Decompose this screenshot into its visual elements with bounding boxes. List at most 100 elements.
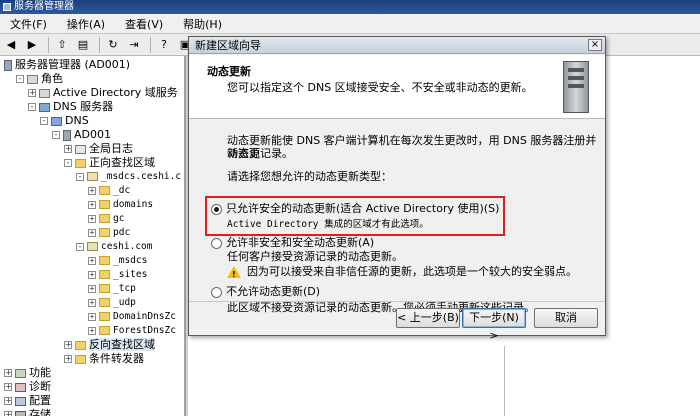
expand-icon[interactable]: + — [64, 145, 72, 153]
tree-node[interactable]: + 全局日志 — [64, 142, 133, 155]
intro-text-line2: 新资源记录。 — [227, 147, 293, 160]
refresh-icon[interactable]: ↻ — [104, 37, 122, 53]
dialog-titlebar: 新建区域向导 × — [189, 37, 605, 54]
storage-icon — [15, 410, 26, 416]
folder-icon — [99, 284, 110, 293]
tree-node-label: pdc — [113, 227, 131, 238]
tree-node[interactable]: + ForestDnsZc — [88, 324, 176, 337]
collapse-icon[interactable]: - — [52, 131, 60, 139]
collapse-icon[interactable]: - — [76, 172, 84, 181]
option-secure-only-label: 只允许安全的动态更新(适合 Active Directory 使用)(S) — [226, 202, 500, 215]
tree-node-label: 反向查找区域 — [89, 338, 155, 351]
menu-help[interactable]: 帮助(H) — [173, 16, 232, 32]
up-icon[interactable]: ⇧ — [53, 37, 71, 53]
expand-icon[interactable]: + — [88, 284, 96, 293]
collapse-icon[interactable]: - — [40, 117, 48, 125]
tree-node[interactable]: - AD001 — [52, 128, 111, 141]
close-icon[interactable]: × — [588, 39, 602, 51]
tree-node[interactable]: - DNS — [40, 114, 89, 127]
radio-secure-only[interactable] — [211, 203, 222, 215]
expand-icon[interactable]: + — [88, 214, 96, 223]
role-icon — [27, 74, 38, 84]
expand-icon[interactable]: + — [88, 298, 96, 307]
tree-node[interactable]: + domains — [88, 198, 153, 211]
console-tree[interactable]: 服务器管理器 (AD001) - 角色 + Active Directory 域服务 - D… — [0, 56, 186, 416]
tree-node[interactable]: + 诊断 — [4, 380, 51, 393]
cancel-button[interactable]: 取消 — [534, 308, 598, 328]
forward-icon[interactable]: ▶ — [23, 37, 41, 53]
help-icon[interactable]: ? — [155, 37, 173, 53]
option-nonsecure-label: 允许非安全和安全动态更新(A) — [226, 236, 375, 249]
wizard-body: 动态更新能使 DNS 客户端计算机在每次发生更改时，用 DNS 服务器注册并动态… — [189, 120, 605, 300]
option-secure-only-note: Active Directory 集成的区域才有此选项。 — [227, 219, 429, 230]
server-icon — [4, 59, 12, 71]
folder-icon — [99, 270, 110, 279]
folder-icon — [99, 326, 110, 335]
expand-icon[interactable]: + — [64, 355, 72, 363]
window-titlebar: 服务器管理器 — [0, 0, 700, 14]
collapse-icon[interactable]: - — [64, 159, 72, 167]
expand-icon[interactable]: + — [88, 228, 96, 237]
tree-node[interactable]: + pdc — [88, 226, 130, 239]
server-graphic-icon — [563, 61, 589, 113]
option-secure-only[interactable]: 只允许安全的动态更新(适合 Active Directory 使用)(S) — [211, 202, 499, 215]
tree-node[interactable]: 服务器管理器 (AD001) — [4, 58, 130, 71]
dialog-title: 新建区域向导 — [195, 39, 261, 52]
tree-node[interactable]: - ceshi.com — [76, 240, 152, 253]
tree-node[interactable]: + 反向查找区域 — [64, 338, 155, 351]
menu-view[interactable]: 查看(V) — [115, 16, 173, 32]
show-tree-icon[interactable]: ▤ — [74, 37, 92, 53]
back-button[interactable]: < 上一步(B) — [396, 308, 460, 328]
collapse-icon[interactable]: - — [16, 75, 24, 83]
expand-icon[interactable]: + — [88, 200, 96, 209]
expand-icon[interactable]: + — [88, 326, 96, 335]
export-icon[interactable]: ⇥ — [125, 37, 143, 53]
tree-node[interactable]: + 条件转发器 — [64, 352, 144, 365]
option-nonsecure-note: 任何客户接受资源记录的动态更新。 — [227, 250, 403, 263]
tree-node-label: _msdcs.ceshi.c — [101, 171, 182, 182]
tree-node[interactable]: - 正向查找区域 — [64, 156, 155, 169]
feature-icon — [15, 368, 26, 378]
tree-node-label: 配置 — [29, 394, 51, 407]
radio-no-dynamic[interactable] — [211, 286, 222, 298]
expand-icon[interactable]: + — [4, 369, 12, 377]
expand-icon[interactable]: + — [64, 341, 72, 349]
tree-node[interactable]: + _dc — [88, 184, 130, 197]
option-no-dynamic[interactable]: 不允许动态更新(D) — [211, 285, 320, 298]
collapse-icon[interactable]: - — [28, 103, 36, 111]
zone-icon — [87, 242, 98, 251]
expand-icon[interactable]: + — [28, 89, 36, 97]
radio-nonsecure-and-secure[interactable] — [211, 237, 222, 249]
collapse-icon[interactable]: - — [76, 242, 84, 251]
tree-node[interactable]: + _udp — [88, 296, 136, 309]
tree-node[interactable]: + _sites — [88, 268, 147, 281]
menu-action[interactable]: 操作(A) — [57, 16, 115, 32]
tree-node-label: 条件转发器 — [89, 352, 144, 365]
expand-icon[interactable]: + — [88, 270, 96, 279]
new-zone-wizard-dialog: 新建区域向导 × 动态更新 您可以指定这个 DNS 区域接受安全、不安全或非动态… — [188, 36, 606, 336]
menu-file[interactable]: 文件(F) — [0, 16, 57, 32]
expand-icon[interactable]: + — [88, 256, 96, 265]
tree-node[interactable]: + 存储 — [4, 408, 51, 416]
expand-icon[interactable]: + — [4, 411, 12, 416]
tree-node[interactable]: + _msdcs — [88, 254, 147, 267]
tree-node[interactable]: + 配置 — [4, 394, 51, 407]
tree-node-label: DNS 服务器 — [53, 100, 114, 113]
expand-icon[interactable]: + — [88, 186, 96, 195]
back-icon[interactable]: ◀ — [2, 37, 20, 53]
tree-node[interactable]: + _tcp — [88, 282, 136, 295]
tree-node[interactable]: - DNS 服务器 — [28, 100, 113, 113]
tree-node[interactable]: + 功能 — [4, 366, 51, 379]
tree-node[interactable]: + Active Directory 域服务 — [28, 86, 178, 99]
next-button[interactable]: 下一步(N) > — [462, 308, 526, 342]
expand-icon[interactable]: + — [4, 383, 12, 391]
tree-node-label: Active Directory 域服务 — [53, 86, 178, 99]
expand-icon[interactable]: + — [88, 312, 96, 321]
option-nonsecure-and-secure[interactable]: 允许非安全和安全动态更新(A) — [211, 236, 374, 249]
expand-icon[interactable]: + — [4, 397, 12, 405]
tree-node[interactable]: + DomainDnsZc — [88, 310, 176, 323]
tree-node[interactable]: - _msdcs.ceshi.c — [76, 170, 181, 183]
wizard-step-subtitle: 您可以指定这个 DNS 区域接受安全、不安全或非动态的更新。 — [227, 81, 533, 94]
tree-node[interactable]: - 角色 — [16, 72, 63, 85]
tree-node[interactable]: + gc — [88, 212, 124, 225]
